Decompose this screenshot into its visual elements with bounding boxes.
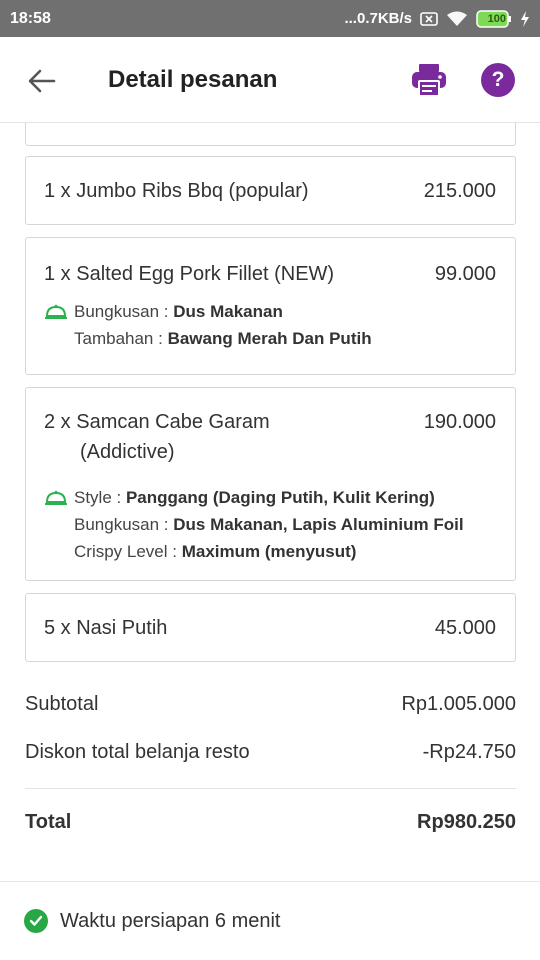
item-option: Bungkusan : Dus Makanan, Lapis Aluminium… — [74, 515, 464, 534]
option-value: Dus Makanan — [173, 302, 283, 321]
battery-level: 100 — [487, 12, 506, 25]
app-bar: Detail pesanan ? — [0, 37, 540, 123]
item-price: 215.000 — [423, 180, 496, 202]
option-label: Style — [74, 488, 112, 507]
help-label: ? — [491, 68, 505, 91]
item-option: Style : Panggang (Daging Putih, Kulit Ke… — [26, 484, 515, 511]
option-value: Maximum (menyusut) — [181, 542, 357, 561]
total-value: Rp980.250 — [417, 811, 516, 833]
item-price: 45.000 — [434, 617, 496, 639]
summary-divider — [25, 788, 516, 789]
subtotal-value: Rp1.005.000 — [401, 693, 516, 715]
preparation-time-text: Waktu persiapan 6 menit — [60, 909, 281, 932]
item-name-line1: 2 x Samcan Cabe Garam — [44, 411, 270, 433]
option-label: Bungkusan — [74, 302, 160, 321]
order-item-card-partial — [25, 123, 516, 146]
page-title: Detail pesanan — [108, 66, 278, 93]
preparation-status-bar: Waktu persiapan 6 menit — [0, 881, 540, 960]
option-value: Bawang Merah Dan Putih — [167, 329, 372, 348]
charging-icon — [520, 10, 530, 27]
subtotal-row: Subtotal Rp1.005.000 — [25, 693, 516, 716]
item-option: Tambahan : Bawang Merah Dan Putih — [74, 329, 372, 348]
item-option: Crispy Level : Maximum (menyusut) — [74, 542, 357, 561]
item-name: 1 x Jumbo Ribs Bbq (popular) — [44, 180, 309, 202]
total-row: Total Rp980.250 — [25, 811, 516, 834]
order-item-card: 1 x Jumbo Ribs Bbq (popular) 215.000 — [25, 156, 516, 225]
arrow-left-icon[interactable] — [26, 65, 58, 97]
item-name: 2 x Samcan Cabe Garam (Addictive) — [44, 407, 270, 467]
network-speed: ...0.7KB/s — [344, 10, 412, 27]
item-option: Bungkusan : Dus Makanan — [26, 298, 515, 325]
discount-row: Diskon total belanja resto -Rp24.750 — [25, 741, 516, 764]
food-cover-icon — [44, 484, 74, 511]
option-label: Tambahan — [74, 329, 154, 348]
status-time: 18:58 — [10, 9, 51, 27]
status-icons: ...0.7KB/s 100 — [344, 9, 530, 28]
item-name: 1 x Salted Egg Pork Fillet (NEW) — [44, 263, 335, 285]
discount-label: Diskon total belanja resto — [25, 741, 250, 763]
subtotal-label: Subtotal — [25, 693, 99, 715]
status-bar: 18:58 ...0.7KB/s 100 — [0, 0, 540, 37]
total-label: Total — [25, 811, 72, 833]
help-icon[interactable]: ? — [481, 63, 515, 97]
option-label: Bungkusan — [74, 515, 160, 534]
item-name-line2: (Addictive) — [80, 441, 175, 463]
item-price: 99.000 — [434, 263, 496, 285]
sim-icon — [420, 11, 438, 26]
food-cover-icon — [44, 298, 74, 325]
check-circle-icon — [24, 909, 48, 933]
item-price: 190.000 — [423, 411, 496, 433]
option-label: Crispy Level — [74, 542, 168, 561]
wifi-icon — [446, 11, 468, 27]
printer-icon[interactable] — [410, 62, 448, 98]
order-item-card: 1 x Salted Egg Pork Fillet (NEW) 99.000 … — [25, 237, 516, 375]
option-value: Dus Makanan, Lapis Aluminium Foil — [173, 515, 464, 534]
order-detail-list[interactable]: 1 x Jumbo Ribs Bbq (popular) 215.000 1 x… — [0, 123, 540, 881]
discount-value: -Rp24.750 — [422, 741, 516, 763]
order-item-card: 5 x Nasi Putih 45.000 — [25, 593, 516, 662]
option-value: Panggang (Daging Putih, Kulit Kering) — [125, 488, 435, 507]
order-item-card: 2 x Samcan Cabe Garam (Addictive) 190.00… — [25, 387, 516, 581]
item-name: 5 x Nasi Putih — [44, 617, 168, 639]
